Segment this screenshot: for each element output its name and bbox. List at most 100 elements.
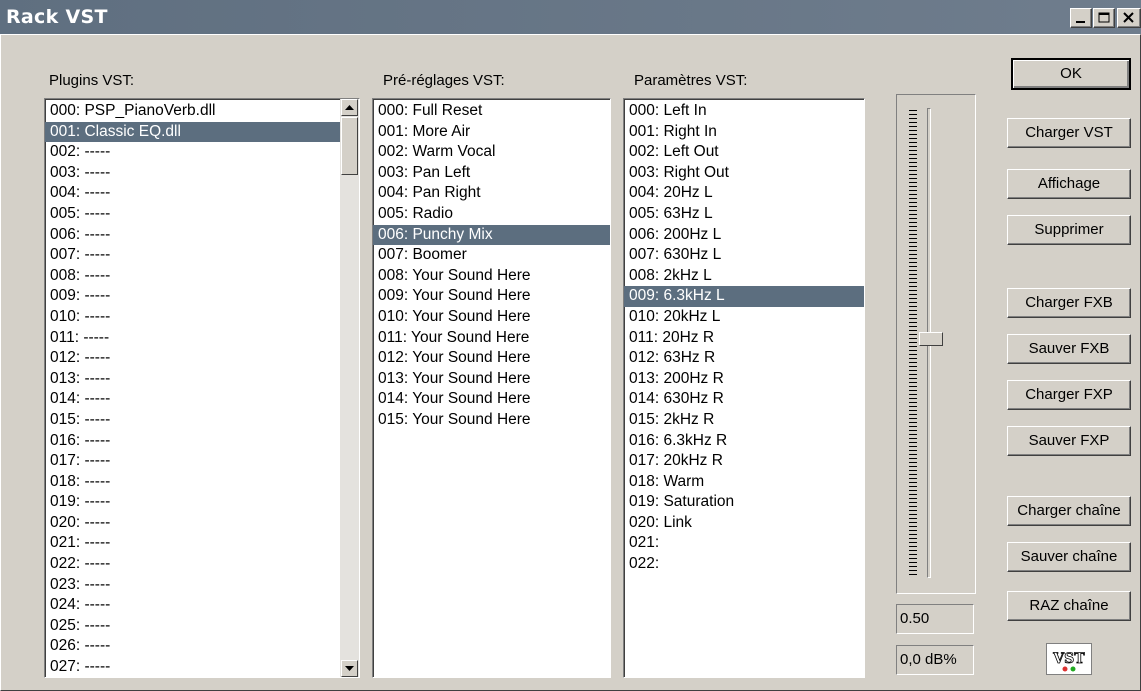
list-item[interactable]: 022: ----- [45, 554, 359, 575]
list-item[interactable]: 009: ----- [45, 286, 359, 307]
list-item[interactable]: 020: Link [624, 513, 864, 534]
load-fxb-button[interactable]: Charger FXB [1007, 288, 1131, 318]
list-item[interactable]: 012: 63Hz R [624, 348, 864, 369]
parameters-list[interactable]: 000: Left In 001: Right In 002: Left Out 00… [623, 98, 865, 678]
db-field: 0,0 dB% [896, 645, 974, 675]
list-item[interactable]: 025: ----- [45, 616, 359, 637]
list-item[interactable]: 000: Left In [624, 101, 864, 122]
list-item[interactable]: 023: ----- [45, 575, 359, 596]
list-item[interactable]: 003: Right Out [624, 163, 864, 184]
list-item[interactable]: 012: ----- [45, 348, 359, 369]
delete-button[interactable]: Supprimer [1007, 215, 1131, 245]
list-item[interactable]: 006: 200Hz L [624, 225, 864, 246]
list-item[interactable]: 022: [624, 554, 864, 575]
list-item[interactable]: 001: Right In [624, 122, 864, 143]
close-icon [1123, 12, 1134, 23]
slider-knob[interactable] [919, 332, 943, 346]
list-item[interactable]: 014: 630Hz R [624, 389, 864, 410]
maximize-button[interactable] [1093, 8, 1115, 28]
list-item[interactable]: 016: 6.3kHz R [624, 431, 864, 452]
list-item[interactable]: 004: Pan Right [373, 183, 610, 204]
list-item[interactable]: 016: ----- [45, 431, 359, 452]
list-item[interactable]: 021: ----- [45, 533, 359, 554]
plugins-scrollbar[interactable] [340, 99, 359, 677]
list-item[interactable]: 019: Saturation [624, 492, 864, 513]
list-item[interactable]: 002: Warm Vocal [373, 142, 610, 163]
list-item[interactable]: 013: 200Hz R [624, 369, 864, 390]
list-item[interactable]: 010: Your Sound Here [373, 307, 610, 328]
list-item[interactable]: 011: Your Sound Here [373, 328, 610, 349]
maximize-icon [1098, 12, 1110, 23]
list-item[interactable]: 002: ----- [45, 142, 359, 163]
list-item[interactable]: 006: ----- [45, 225, 359, 246]
scroll-down-button[interactable] [341, 660, 358, 677]
list-item[interactable]: 004: ----- [45, 183, 359, 204]
display-button[interactable]: Affichage [1007, 169, 1131, 199]
list-item[interactable]: 003: Pan Left [373, 163, 610, 184]
list-item[interactable]: 027: ----- [45, 657, 359, 677]
list-item[interactable]: 017: ----- [45, 451, 359, 472]
list-item[interactable]: 017: 20kHz R [624, 451, 864, 472]
list-item[interactable]: 002: Left Out [624, 142, 864, 163]
list-item[interactable]: 024: ----- [45, 595, 359, 616]
list-item[interactable]: 001: Classic EQ.dll [45, 121, 359, 143]
list-item[interactable]: 007: ----- [45, 245, 359, 266]
reset-chain-button[interactable]: RAZ chaîne [1007, 591, 1131, 621]
list-item[interactable]: 005: ----- [45, 204, 359, 225]
list-item[interactable]: 010: ----- [45, 307, 359, 328]
parameters-header: Paramètres VST: [634, 72, 748, 89]
list-item[interactable]: 026: ----- [45, 636, 359, 657]
list-item[interactable]: 014: ----- [45, 389, 359, 410]
minimize-button[interactable] [1070, 8, 1092, 28]
list-item[interactable]: 001: More Air [373, 122, 610, 143]
list-item[interactable]: 004: 20Hz L [624, 183, 864, 204]
list-item[interactable]: 008: Your Sound Here [373, 266, 610, 287]
save-fxb-button[interactable]: Sauver FXB [1007, 334, 1131, 364]
list-item[interactable]: 008: 2kHz L [624, 266, 864, 287]
list-item[interactable]: 020: ----- [45, 513, 359, 534]
list-item[interactable]: 018: Warm [624, 472, 864, 493]
vst-logo: VST [1046, 643, 1092, 675]
title-bar[interactable]: Rack VST [0, 0, 1141, 34]
save-chain-button[interactable]: Sauver chaîne [1007, 542, 1131, 572]
arrow-up-icon [345, 104, 354, 110]
list-item[interactable]: 010: 20kHz L [624, 307, 864, 328]
list-item[interactable]: 008: ----- [45, 266, 359, 287]
list-item[interactable]: 011: 20Hz R [624, 328, 864, 349]
list-item[interactable]: 000: PSP_PianoVerb.dll [45, 101, 359, 122]
list-item[interactable]: 021: [624, 533, 864, 554]
save-fxp-button[interactable]: Sauver FXP [1007, 426, 1131, 456]
plugins-header: Plugins VST: [49, 72, 135, 89]
list-item[interactable]: 009: 6.3kHz L [624, 286, 864, 307]
list-item[interactable]: 005: 63Hz L [624, 204, 864, 225]
list-item[interactable]: 015: Your Sound Here [373, 410, 610, 431]
list-item[interactable]: 005: Radio [373, 204, 610, 225]
list-item[interactable]: 003: ----- [45, 163, 359, 184]
presets-list[interactable]: 000: Full Reset 001: More Air 002: Warm Vo… [372, 98, 611, 678]
list-item[interactable]: 011: ----- [45, 328, 359, 349]
load-chain-button[interactable]: Charger chaîne [1007, 496, 1131, 526]
list-item[interactable]: 014: Your Sound Here [373, 389, 610, 410]
close-button[interactable] [1117, 8, 1141, 28]
scroll-up-button[interactable] [341, 99, 358, 116]
list-item[interactable]: 007: 630Hz L [624, 245, 864, 266]
list-item[interactable]: 009: Your Sound Here [373, 286, 610, 307]
load-vst-button[interactable]: Charger VST [1007, 118, 1131, 148]
plugins-list[interactable]: 000: PSP_PianoVerb.dll 001: Classic EQ.dl… [44, 98, 360, 678]
list-item[interactable]: 013: ----- [45, 369, 359, 390]
list-item[interactable]: 000: Full Reset [373, 101, 610, 122]
list-item[interactable]: 007: Boomer [373, 245, 610, 266]
list-item[interactable]: 019: ----- [45, 492, 359, 513]
minimize-icon [1076, 21, 1085, 23]
list-item[interactable]: 012: Your Sound Here [373, 348, 610, 369]
load-fxp-button[interactable]: Charger FXP [1007, 380, 1131, 410]
presets-items: 000: Full Reset 001: More Air 002: Warm Vo… [373, 99, 610, 431]
ok-button[interactable]: OK [1011, 58, 1131, 90]
list-item[interactable]: 013: Your Sound Here [373, 369, 610, 390]
list-item[interactable]: 018: ----- [45, 472, 359, 493]
list-item[interactable]: 015: 2kHz R [624, 410, 864, 431]
list-item[interactable]: 006: Punchy Mix [373, 224, 610, 246]
parameter-slider[interactable] [896, 94, 976, 594]
list-item[interactable]: 015: ----- [45, 410, 359, 431]
scroll-thumb[interactable] [341, 117, 358, 175]
